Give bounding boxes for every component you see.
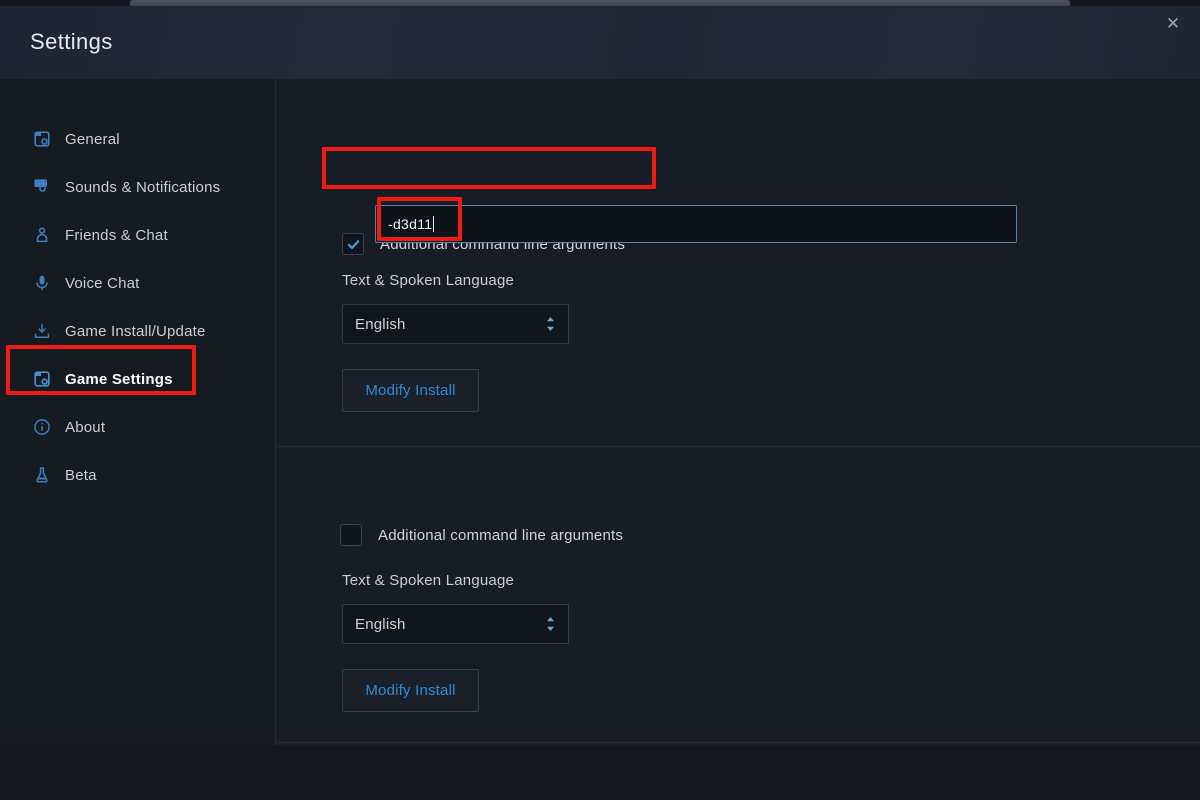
- sidebar-item-voice-chat[interactable]: Voice Chat: [0, 259, 275, 307]
- sidebar-item-label: Game Install/Update: [65, 322, 206, 340]
- modify-install-label-1: Modify Install: [365, 382, 456, 399]
- sidebar-item-label: Voice Chat: [65, 274, 140, 292]
- language-select-1[interactable]: English: [342, 304, 569, 344]
- modify-install-button-1[interactable]: Modify Install: [342, 369, 479, 412]
- chevron-updown-icon: [544, 614, 556, 634]
- sidebar-item-sounds-notifications[interactable]: Sounds & Notifications: [0, 163, 275, 211]
- command-line-args-checkbox-row-2[interactable]: Additional command line arguments: [340, 524, 623, 546]
- settings-screen: Settings General Sounds & Notifications …: [0, 0, 1200, 800]
- language-select-2[interactable]: English: [342, 604, 569, 644]
- settings-main-panel: Additional command line arguments -d3d11…: [276, 79, 1200, 745]
- settings-window: Settings General Sounds & Notifications …: [0, 6, 1200, 745]
- sidebar-item-label: About: [65, 418, 106, 436]
- sidebar-item-label: Game Settings: [65, 370, 173, 388]
- text-caret: [433, 216, 435, 232]
- language-select-value-2: English: [355, 615, 406, 633]
- sidebar-item-label: General: [65, 130, 120, 148]
- chevron-updown-icon: [544, 314, 556, 334]
- command-line-args-checkbox-1[interactable]: [342, 233, 364, 255]
- language-label-1: Text & Spoken Language: [342, 272, 515, 289]
- download-icon: [32, 321, 52, 341]
- microphone-icon: [32, 273, 52, 293]
- close-icon[interactable]: ✕: [1156, 8, 1190, 38]
- sidebar-item-game-settings[interactable]: Game Settings: [0, 355, 275, 403]
- general-icon: [32, 129, 52, 149]
- friends-chat-icon: [32, 225, 52, 245]
- sound-notification-icon: [32, 177, 52, 197]
- sidebar-item-friends-chat[interactable]: Friends & Chat: [0, 211, 275, 259]
- command-line-args-input-1[interactable]: -d3d11: [375, 205, 1017, 243]
- info-icon: [32, 417, 52, 437]
- section-divider: [276, 742, 1200, 743]
- sidebar-nav-list: General Sounds & Notifications Friends &…: [0, 115, 275, 499]
- sidebar-item-about[interactable]: About: [0, 403, 275, 451]
- command-line-args-checkbox-2[interactable]: [340, 524, 362, 546]
- game-settings-icon: [32, 369, 52, 389]
- beta-flask-icon: [32, 465, 52, 485]
- page-title: Settings: [30, 29, 113, 54]
- modify-install-label-2: Modify Install: [365, 682, 456, 699]
- sidebar-item-label: Friends & Chat: [65, 226, 168, 244]
- command-line-args-value-1: -d3d11: [388, 216, 433, 232]
- sidebar-item-game-install-update[interactable]: Game Install/Update: [0, 307, 275, 355]
- language-label-2: Text & Spoken Language: [342, 572, 515, 589]
- sidebar-item-general[interactable]: General: [0, 115, 275, 163]
- section-divider: [276, 446, 1200, 447]
- command-line-args-label-2: Additional command line arguments: [378, 526, 624, 544]
- sidebar-item-beta[interactable]: Beta: [0, 451, 275, 499]
- modify-install-button-2[interactable]: Modify Install: [342, 669, 479, 712]
- window-titlebar: Settings: [0, 6, 1200, 80]
- sidebar-item-label: Beta: [65, 466, 97, 484]
- language-select-value-1: English: [355, 315, 406, 333]
- checkmark-icon: [347, 239, 359, 249]
- sidebar-item-label: Sounds & Notifications: [65, 178, 221, 196]
- settings-sidebar: General Sounds & Notifications Friends &…: [0, 79, 276, 745]
